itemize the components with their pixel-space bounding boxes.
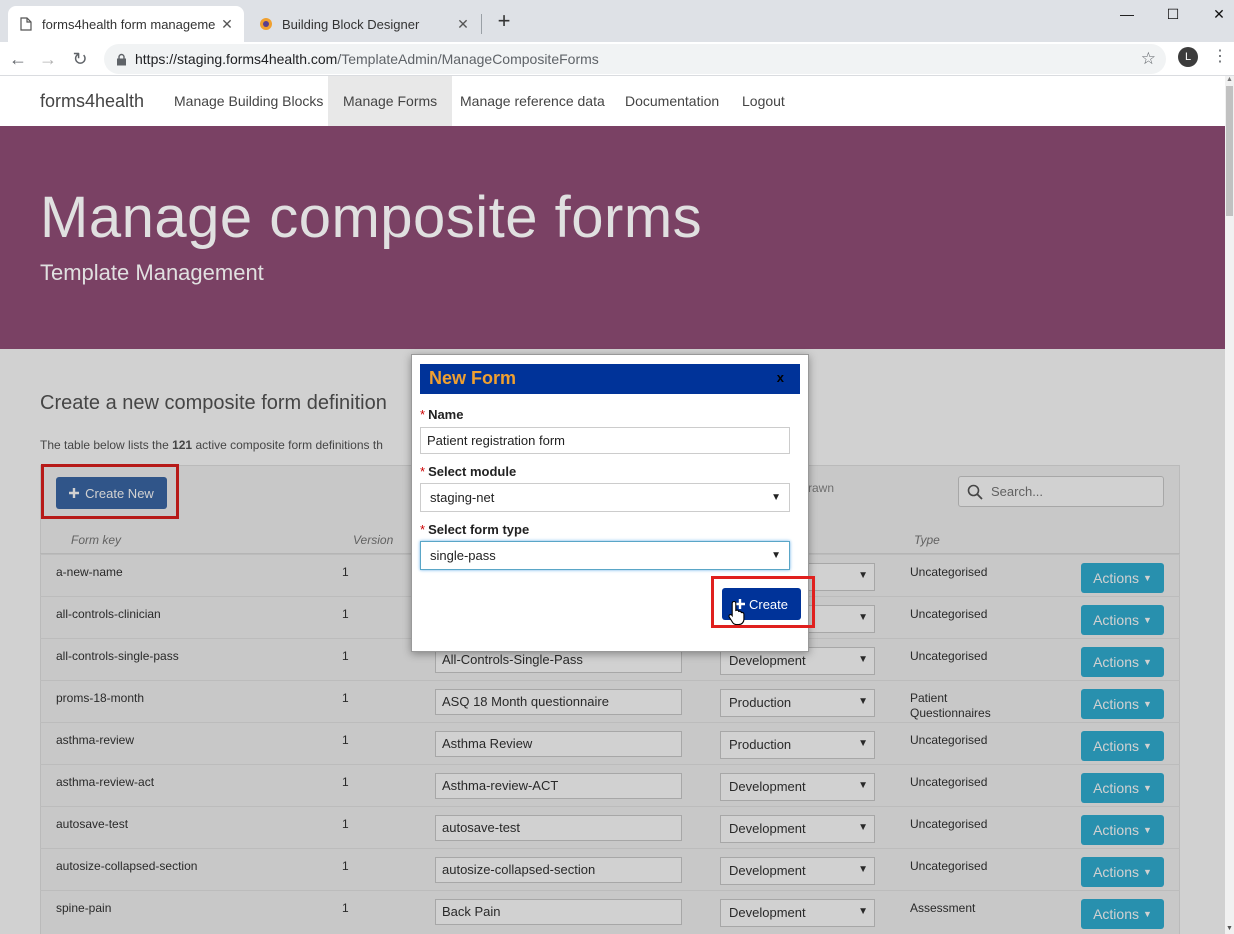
forward-icon[interactable]: → [36, 47, 60, 71]
dialog-header: New Form x [420, 364, 800, 394]
required-mark: * [420, 464, 426, 479]
designer-logo-icon [258, 16, 274, 32]
close-tab-icon[interactable]: ✕ [216, 16, 238, 33]
scroll-down-icon[interactable]: ▼ [1225, 925, 1234, 934]
dialog-close-button[interactable]: x [777, 370, 784, 385]
site-navbar: forms4health Manage Building Blocks Mana… [0, 76, 1225, 126]
close-window-icon[interactable]: ✕ [1196, 0, 1234, 28]
modal-backdrop-top [0, 126, 1225, 349]
bookmark-star-icon[interactable]: ☆ [1141, 49, 1156, 69]
profile-avatar[interactable]: L [1178, 47, 1198, 67]
highlight-create-button [711, 576, 815, 628]
url-host: https://staging.forms4health.com [135, 51, 338, 67]
dropdown-arrow-icon: ▼ [771, 492, 781, 503]
form-type-select[interactable]: single-pass ▼ [420, 541, 790, 570]
browser-toolbar: ← → ↻ https://staging.forms4health.com/T… [0, 42, 1234, 76]
module-select[interactable]: staging-net ▼ [420, 483, 790, 512]
tab-title: forms4health form management [42, 16, 216, 32]
required-mark: * [420, 407, 426, 422]
nav-documentation[interactable]: Documentation [610, 76, 734, 126]
dialog-title: New Form [429, 368, 517, 388]
hand-cursor-icon [728, 600, 746, 631]
menu-kebab-icon[interactable]: ⋮ [1212, 47, 1228, 67]
minimize-icon[interactable]: — [1104, 0, 1150, 28]
required-mark: * [420, 522, 426, 537]
back-icon[interactable]: ← [6, 47, 30, 71]
module-label: * Select module [420, 464, 517, 479]
nav-manage-building-blocks[interactable]: Manage Building Blocks [159, 76, 338, 126]
brand-link[interactable]: forms4health [40, 91, 144, 112]
close-tab-icon[interactable]: ✕ [452, 16, 474, 33]
name-field[interactable]: Patient registration form [420, 427, 790, 454]
form-type-selected-value: single-pass [430, 548, 496, 563]
page-scrollbar[interactable]: ▲ ▼ [1225, 76, 1234, 934]
document-icon [18, 16, 34, 32]
tab-title: Building Block Designer [282, 16, 420, 32]
scrollbar-thumb[interactable] [1226, 86, 1233, 216]
form-type-label: * Select form type [420, 522, 530, 537]
nav-manage-forms[interactable]: Manage Forms [328, 76, 453, 126]
scroll-up-icon[interactable]: ▲ [1225, 76, 1234, 85]
nav-logout[interactable]: Logout [727, 76, 800, 126]
url-path: /TemplateAdmin/ManageCompositeForms [337, 51, 599, 67]
dropdown-arrow-icon: ▼ [771, 550, 781, 561]
lock-icon [116, 53, 127, 66]
tab-building-block-designer[interactable]: Building Block Designer ✕ [248, 6, 480, 42]
tab-forms4health[interactable]: forms4health form management ✕ [8, 6, 244, 42]
module-selected-value: staging-net [430, 490, 495, 505]
nav-manage-reference-data[interactable]: Manage reference data [445, 76, 620, 126]
reload-icon[interactable]: ↻ [68, 47, 92, 71]
tab-separator [481, 14, 482, 34]
maximize-icon[interactable]: ☐ [1150, 0, 1196, 28]
name-label: * Name [420, 407, 464, 422]
address-bar[interactable]: https://staging.forms4health.com/Templat… [104, 44, 1166, 74]
new-tab-icon[interactable]: + [492, 10, 516, 34]
browser-tab-bar: forms4health form management ✕ Building … [0, 0, 1234, 42]
